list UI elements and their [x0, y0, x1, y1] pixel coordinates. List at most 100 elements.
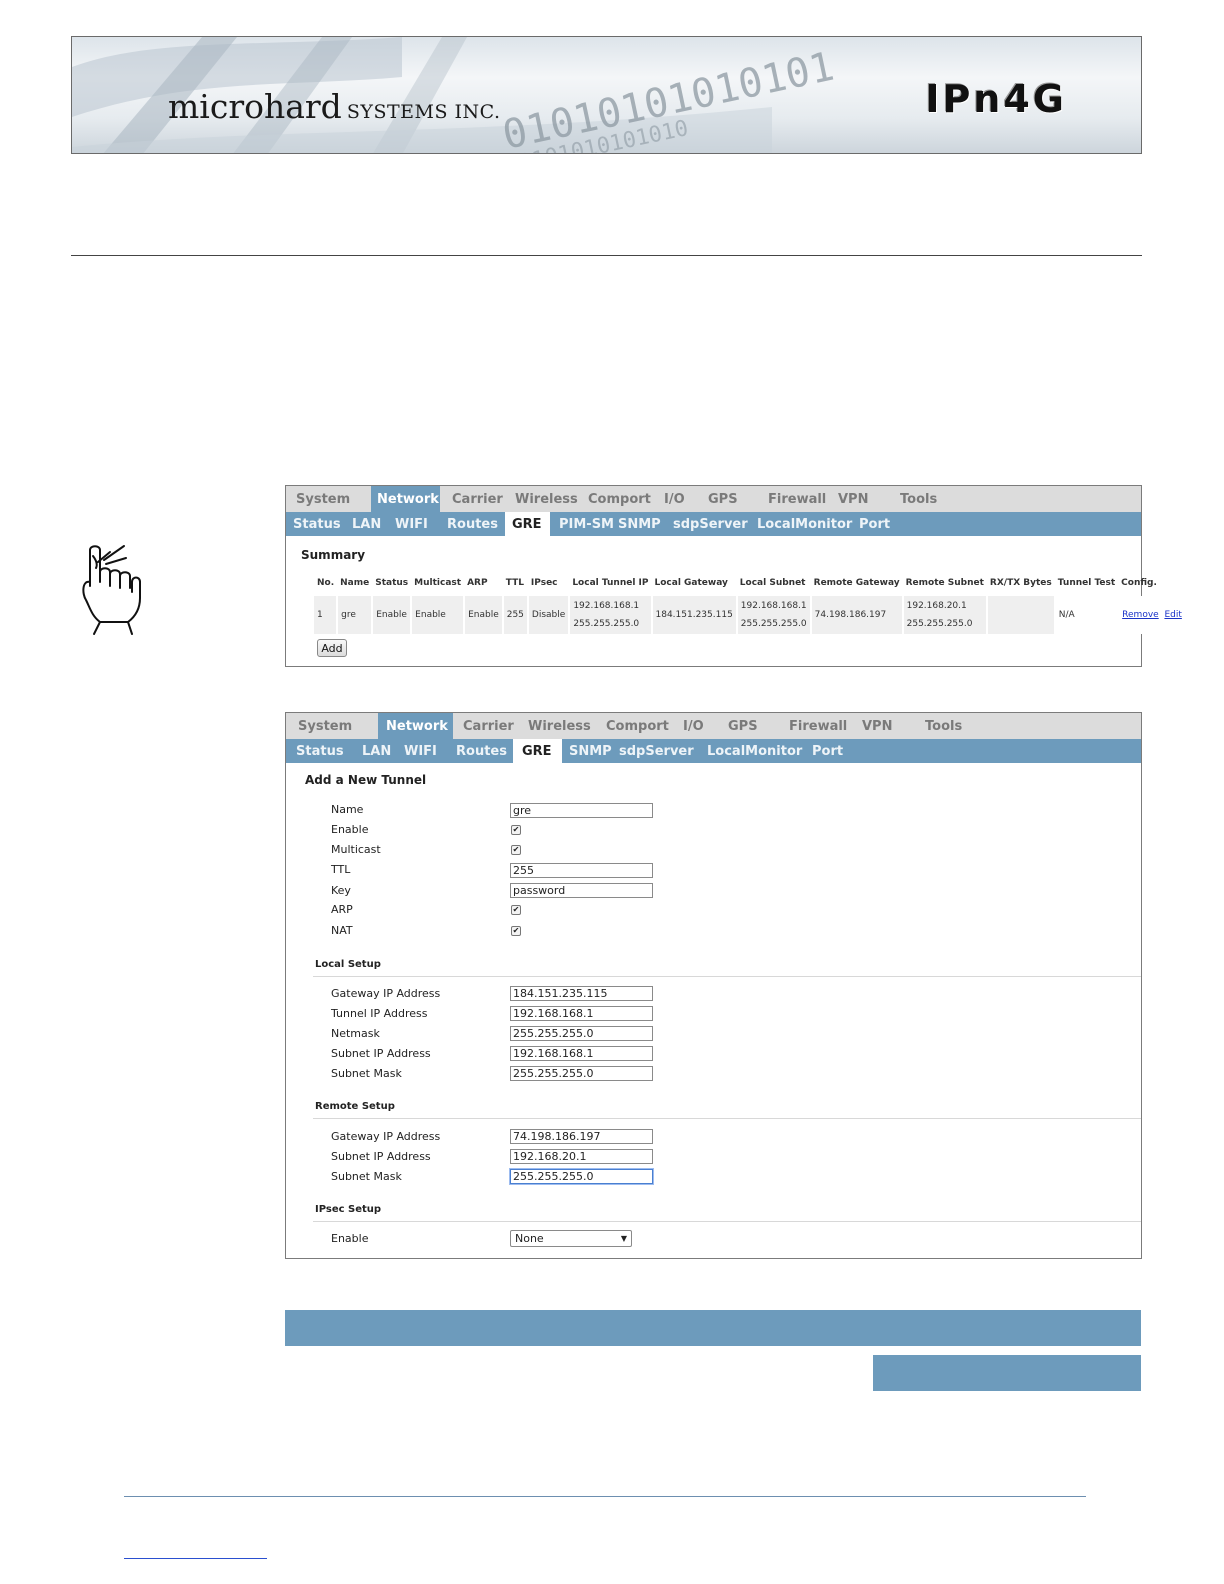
- key-input[interactable]: password: [510, 883, 653, 898]
- remote-gateway-label: Gateway IP Address: [331, 1130, 441, 1143]
- nav-comport[interactable]: Comport: [588, 486, 664, 512]
- main-nav: System Network Carrier Wireless Comport …: [286, 713, 1141, 739]
- summary-title: Summary: [301, 548, 366, 562]
- nav-tools[interactable]: Tools: [925, 713, 985, 739]
- multicast-checkbox[interactable]: ✔: [511, 845, 521, 855]
- arp-checkbox[interactable]: ✔: [511, 905, 521, 915]
- remove-link[interactable]: Remove: [1122, 610, 1159, 620]
- name-input[interactable]: gre: [510, 803, 653, 818]
- subnav-status[interactable]: Status: [286, 512, 352, 536]
- col-remote-subnet: Remote Subnet: [905, 578, 984, 588]
- subnav-wifi[interactable]: WIFI: [404, 739, 456, 763]
- enable-checkbox[interactable]: ✔: [511, 825, 521, 835]
- checkmark-icon: ✔: [512, 845, 520, 854]
- col-local-gateway: Local Gateway: [654, 578, 728, 588]
- nav-carrier[interactable]: Carrier: [453, 713, 528, 739]
- nav-io[interactable]: I/O: [683, 713, 728, 739]
- checkmark-icon: ✔: [512, 825, 520, 834]
- ttl-input[interactable]: 255: [510, 863, 653, 878]
- nav-firewall[interactable]: Firewall: [768, 486, 838, 512]
- subnav-pimsm[interactable]: PIM-SM: [550, 512, 618, 536]
- subnav-port[interactable]: Port: [812, 739, 852, 763]
- col-rxtx-bytes: RX/TX Bytes: [989, 578, 1052, 588]
- nav-system[interactable]: System: [286, 486, 371, 512]
- subsection-heading-bar: [873, 1355, 1141, 1391]
- checkmark-icon: ✔: [512, 926, 520, 935]
- nav-gps[interactable]: GPS: [728, 713, 789, 739]
- local-subnet-mask-label: Subnet Mask: [331, 1067, 402, 1080]
- arp-label: ARP: [331, 903, 353, 916]
- nav-wireless[interactable]: Wireless: [515, 486, 588, 512]
- ipsec-enable-select[interactable]: None ▼: [510, 1230, 632, 1247]
- subnav-routes[interactable]: Routes: [456, 739, 513, 763]
- local-tunnel-mask-value: 255.255.255.0: [573, 619, 640, 629]
- local-setup-divider: [313, 976, 1141, 977]
- cell-local-gateway: 184.151.235.115: [651, 596, 738, 634]
- header-banner: 01010101010101 0101010101010 microhard S…: [71, 36, 1142, 154]
- subnav-sdpserver[interactable]: sdpServer: [619, 739, 707, 763]
- cell-arp: Enable: [464, 596, 504, 634]
- nav-vpn[interactable]: VPN: [838, 486, 900, 512]
- footer-link-underline[interactable]: [124, 1558, 267, 1559]
- remote-subnet-ip-input[interactable]: 192.168.20.1: [510, 1149, 653, 1164]
- table-row: 1 gre Enable Enable Enable 255 Disable 1…: [314, 596, 1187, 634]
- cell-config: Remove Edit: [1118, 596, 1187, 634]
- ttl-label: TTL: [331, 863, 351, 876]
- local-subnet-ip-input[interactable]: 192.168.168.1: [510, 1046, 653, 1061]
- nav-wireless[interactable]: Wireless: [528, 713, 606, 739]
- multicast-label: Multicast: [331, 843, 381, 856]
- subnav-gre[interactable]: GRE: [513, 739, 562, 763]
- nav-network[interactable]: Network: [378, 713, 453, 739]
- col-config: Config.: [1121, 578, 1157, 588]
- subnav-snmp[interactable]: SNMP: [562, 739, 619, 763]
- col-ttl: TTL: [505, 578, 524, 588]
- subnav-snmp[interactable]: SNMP: [618, 512, 673, 536]
- tunnel-ip-input[interactable]: 192.168.168.1: [510, 1006, 653, 1021]
- nav-gps[interactable]: GPS: [708, 486, 768, 512]
- nav-comport[interactable]: Comport: [606, 713, 683, 739]
- col-local-subnet: Local Subnet: [739, 578, 806, 588]
- local-subnet-ip-label: Subnet IP Address: [331, 1047, 431, 1060]
- sub-nav: Status LAN WIFI Routes GRE PIM-SM SNMP s…: [286, 512, 1141, 536]
- nav-carrier[interactable]: Carrier: [440, 486, 515, 512]
- subnav-localmonitor[interactable]: LocalMonitor: [757, 512, 859, 536]
- nav-tools[interactable]: Tools: [900, 486, 960, 512]
- cell-multicast: Enable: [411, 596, 466, 634]
- nav-vpn[interactable]: VPN: [862, 713, 925, 739]
- nat-checkbox[interactable]: ✔: [511, 926, 521, 936]
- subnav-localmonitor[interactable]: LocalMonitor: [707, 739, 812, 763]
- table-header-row: No. Name Status Multicast ARP TTL IPsec …: [314, 576, 1186, 596]
- subnav-status[interactable]: Status: [286, 739, 362, 763]
- subnav-lan[interactable]: LAN: [362, 739, 404, 763]
- subnav-gre[interactable]: GRE: [505, 512, 550, 536]
- remote-subnet-value: 192.168.20.1: [906, 601, 967, 611]
- nav-system[interactable]: System: [286, 713, 378, 739]
- edit-link[interactable]: Edit: [1164, 610, 1181, 620]
- cell-name: gre: [337, 596, 374, 634]
- nat-label: NAT: [331, 924, 353, 937]
- subnav-lan[interactable]: LAN: [352, 512, 395, 536]
- nav-network[interactable]: Network: [371, 486, 440, 512]
- nav-io[interactable]: I/O: [664, 486, 708, 512]
- brand-sub: SYSTEMS INC.: [346, 101, 501, 123]
- remote-subnet-mask-input[interactable]: 255.255.255.0: [510, 1169, 653, 1184]
- subnav-wifi[interactable]: WIFI: [395, 512, 447, 536]
- subnav-sdpserver[interactable]: sdpServer: [673, 512, 757, 536]
- local-gateway-input[interactable]: 184.151.235.115: [510, 986, 653, 1001]
- netmask-input[interactable]: 255.255.255.0: [510, 1026, 653, 1041]
- key-label: Key: [331, 884, 351, 897]
- local-subnet-mask-input[interactable]: 255.255.255.0: [510, 1066, 653, 1081]
- subnav-port[interactable]: Port: [859, 512, 899, 536]
- local-tunnel-ip-value: 192.168.168.1: [573, 601, 640, 611]
- add-tunnel-button[interactable]: Add: [317, 639, 347, 657]
- add-tunnel-panel: System Network Carrier Wireless Comport …: [285, 712, 1142, 1259]
- subnav-routes[interactable]: Routes: [447, 512, 505, 536]
- nav-firewall[interactable]: Firewall: [789, 713, 862, 739]
- remote-gateway-input[interactable]: 74.198.186.197: [510, 1129, 653, 1144]
- col-remote-gateway: Remote Gateway: [813, 578, 900, 588]
- ipsec-setup-title: IPsec Setup: [315, 1204, 382, 1215]
- col-arp: ARP: [467, 578, 488, 588]
- pointing-hand-icon: [82, 545, 141, 635]
- local-setup-title: Local Setup: [315, 959, 381, 970]
- name-label: Name: [331, 803, 364, 816]
